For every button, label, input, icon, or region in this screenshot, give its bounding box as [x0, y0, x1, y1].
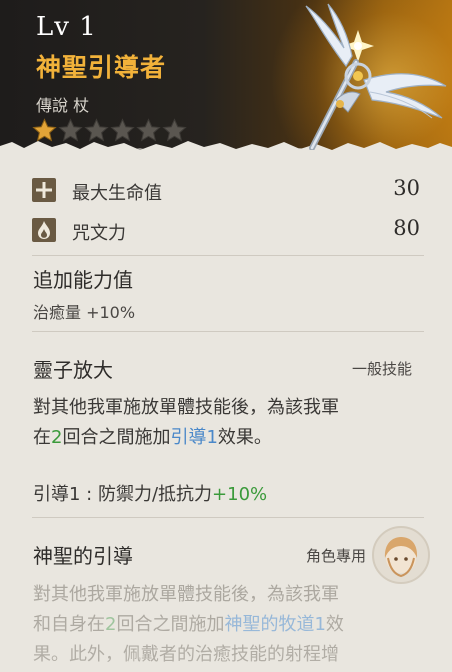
buff-effect-value: +10% [212, 484, 268, 505]
buff-link[interactable]: 神聖的牧道1 [224, 614, 325, 635]
skill-description: 對其他我軍施放單體技能後，為該我軍 在2回合之間施加引導1效果。 [33, 393, 413, 453]
desc-text: 回合之間施加 [116, 614, 225, 635]
desc-text: 效果。 [217, 427, 272, 448]
turn-count: 2 [105, 614, 117, 635]
star-icon-filled [32, 118, 57, 142]
stat-label: 最大生命值 [72, 183, 162, 204]
skill-desc-line: 對其他我軍施放單體技能後，為該我軍 [33, 397, 339, 418]
star-icon-empty [84, 118, 109, 142]
stat-label: 咒文力 [72, 223, 126, 244]
skill-desc-line: 對其他我軍施放單體技能後，為該我軍 [33, 584, 339, 605]
star-icon-empty [58, 118, 83, 142]
buff-effect-line: 引導1 : 防禦力/抵抗力+10% [33, 480, 413, 510]
star-icon-empty [136, 118, 161, 142]
star-icon-empty [162, 118, 187, 142]
skill-type: 一般技能 [351, 360, 412, 378]
turn-count: 2 [51, 427, 63, 448]
divider [32, 255, 424, 256]
item-name: 神聖引導者 [36, 53, 167, 82]
desc-text: 在 [33, 427, 51, 448]
buff-effect-label: 引導1 : 防禦力/抵抗力 [33, 484, 213, 505]
stat-row-spell-power: 咒文力 80 [32, 216, 420, 246]
stat-value: 30 [393, 176, 420, 200]
desc-text: 效 [325, 614, 344, 635]
star-icon-empty [110, 118, 135, 142]
magic-flame-icon [32, 218, 56, 242]
exclusive-skill-type: 角色專用 [305, 547, 366, 565]
winged-staff-icon [305, 3, 447, 150]
character-avatar[interactable] [372, 526, 430, 584]
item-level: Lv 1 [36, 12, 97, 42]
skill-desc-line: 在2回合之間施加引導1效果。 [33, 423, 413, 453]
item-rarity-type: 傳說 杖 [36, 96, 90, 115]
bonus-stats-title: 追加能力值 [33, 268, 133, 292]
exclusive-skill-name: 神聖的引導 [33, 544, 133, 568]
star-rating [32, 118, 187, 143]
cross-health-icon [32, 178, 56, 202]
bonus-stats-text: 治癒量 +10% [33, 303, 136, 322]
stat-value: 80 [393, 216, 420, 240]
divider [32, 517, 424, 518]
skill-desc-line: 果。此外，佩戴者的治癒技能的射程增 [33, 644, 339, 665]
skill-desc-line: 和自身在2回合之間施加神聖的牧道1效 [33, 610, 413, 640]
item-header: Lv 1 神聖引導者 傳說 杖 [0, 0, 452, 160]
skill-name: 靈子放大 [33, 358, 113, 382]
buff-link[interactable]: 引導1 [170, 427, 217, 448]
stat-row-max-hp: 最大生命值 30 [32, 176, 420, 206]
divider [32, 331, 424, 332]
desc-text: 和自身在 [33, 614, 105, 635]
exclusive-skill-description: 對其他我軍施放單體技能後，為該我軍 和自身在2回合之間施加神聖的牧道1效 果。此… [33, 580, 413, 670]
desc-text: 回合之間施加 [62, 427, 171, 448]
